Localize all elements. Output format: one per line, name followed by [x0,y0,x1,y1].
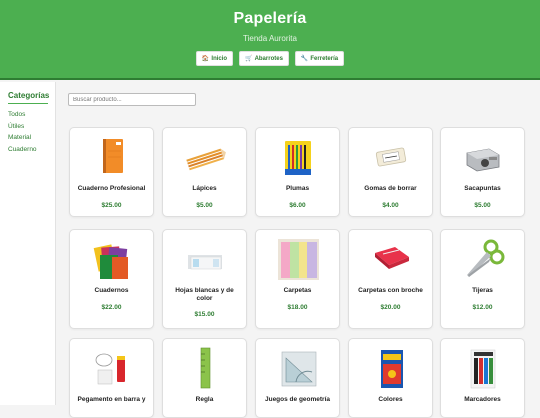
sidebar-title: Categorías [8,91,50,100]
product-card-carpetas[interactable]: Carpetas $18.00 [255,229,340,329]
sidebar-divider [8,103,48,104]
product-price: $6.00 [289,202,306,209]
product-name: Sacapuntas [464,185,501,192]
product-name: Cuadernos [94,287,129,294]
nav-inicio-label: Inicio [211,55,228,62]
product-card-marcadores[interactable]: Marcadores [440,338,525,418]
sidebar-item-cuaderno[interactable]: Cuaderno [8,146,37,153]
nav-inicio-button[interactable]: 🏠 Inicio [195,51,234,66]
nav-abarrotes-label: Abarrotes [254,55,283,62]
product-name: Hojas blancas y de color [175,287,234,302]
product-name: Marcadores [464,396,501,403]
product-name: Gomas de borrar [364,185,417,192]
product-name: Tijeras [472,287,493,294]
notebook-icon [103,139,123,173]
product-card-cuaderno-profesional[interactable]: Cuaderno Profesional $25.00 [69,127,154,217]
category-sidebar: Categorías Todos Útiles Material Cuadern… [0,82,56,405]
sidebar-item-material[interactable]: Material [8,134,31,141]
nav-abarrotes-button[interactable]: 🛒 Abarrotes [239,51,289,66]
product-card-gomas[interactable]: Gomas de borrar $4.00 [348,127,433,217]
product-card-pegamento[interactable]: Pegamento en barra y [69,338,154,418]
cart-icon: 🛒 [245,56,253,62]
search-input[interactable] [68,93,196,106]
main-nav: 🏠 Inicio 🛒 Abarrotes 🔧 Ferretería [0,51,540,66]
product-card-plumas[interactable]: Plumas $6.00 [255,127,340,217]
product-price: $25.00 [101,202,122,209]
eraser-icon [375,147,407,167]
sharpener-icon [466,148,500,172]
folders-icon [278,239,319,280]
product-name: Regla [195,396,214,403]
product-card-tijeras[interactable]: Tijeras $12.00 [440,229,525,329]
product-price: $22.00 [101,304,122,311]
sidebar-item-todos[interactable]: Todos [8,111,25,118]
product-card-hojas[interactable]: Hojas blancas y de color $15.00 [162,229,247,329]
product-card-carpetas-broche[interactable]: Carpetas con broche $20.00 [348,229,433,329]
sidebar-item-utiles[interactable]: Útiles [8,123,24,130]
product-price: $20.00 [380,304,401,311]
product-card-lapices[interactable]: Lápices $5.00 [162,127,247,217]
wrench-icon: 🔧 [300,56,309,62]
pens-icon [285,141,311,175]
product-name: Pegamento en barra y [77,396,146,403]
product-card-sacapuntas[interactable]: Sacapuntas $5.00 [440,127,525,217]
markers-icon [470,349,496,389]
product-price: $12.00 [472,304,493,311]
product-card-geometria[interactable]: Juegos de geometría [255,338,340,418]
ruler-icon [200,347,211,389]
clip-folder-icon [375,247,409,269]
paper-sheets-icon [188,255,222,270]
product-name: Carpetas [283,287,312,294]
product-price: $15.00 [194,311,215,318]
nav-ferreteria-button[interactable]: 🔧 Ferretería [294,51,345,66]
product-name: Juegos de geometría [264,396,331,403]
product-name: Lápices [192,185,217,192]
notebooks-icon [93,244,128,279]
store-subtitle: Tienda Aurorita [243,34,297,43]
page-title: Papelería [233,10,307,27]
site-header: Papelería Tienda Aurorita 🏠 Inicio 🛒 Aba… [0,0,540,80]
product-card-cuadernos[interactable]: Cuadernos $22.00 [69,229,154,329]
geometry-set-icon [281,351,317,387]
product-price: $5.00 [474,202,491,209]
glue-stick-icon [95,353,125,385]
product-name: Carpetas con broche [358,287,423,294]
pencils-icon [186,148,226,171]
scissors-icon [467,239,505,277]
product-name: Colores [378,396,403,403]
product-price: $18.00 [287,304,308,311]
product-price: $5.00 [196,202,213,209]
product-card-regla[interactable]: Regla [162,338,247,418]
colored-pencils-icon [381,350,403,388]
product-price: $4.00 [382,202,399,209]
product-card-colores[interactable]: Colores [348,338,433,418]
nav-ferreteria-label: Ferretería [310,55,339,62]
product-name: Cuaderno Profesional [77,185,146,192]
house-icon: 🏠 [201,56,210,62]
product-name: Plumas [285,185,310,192]
